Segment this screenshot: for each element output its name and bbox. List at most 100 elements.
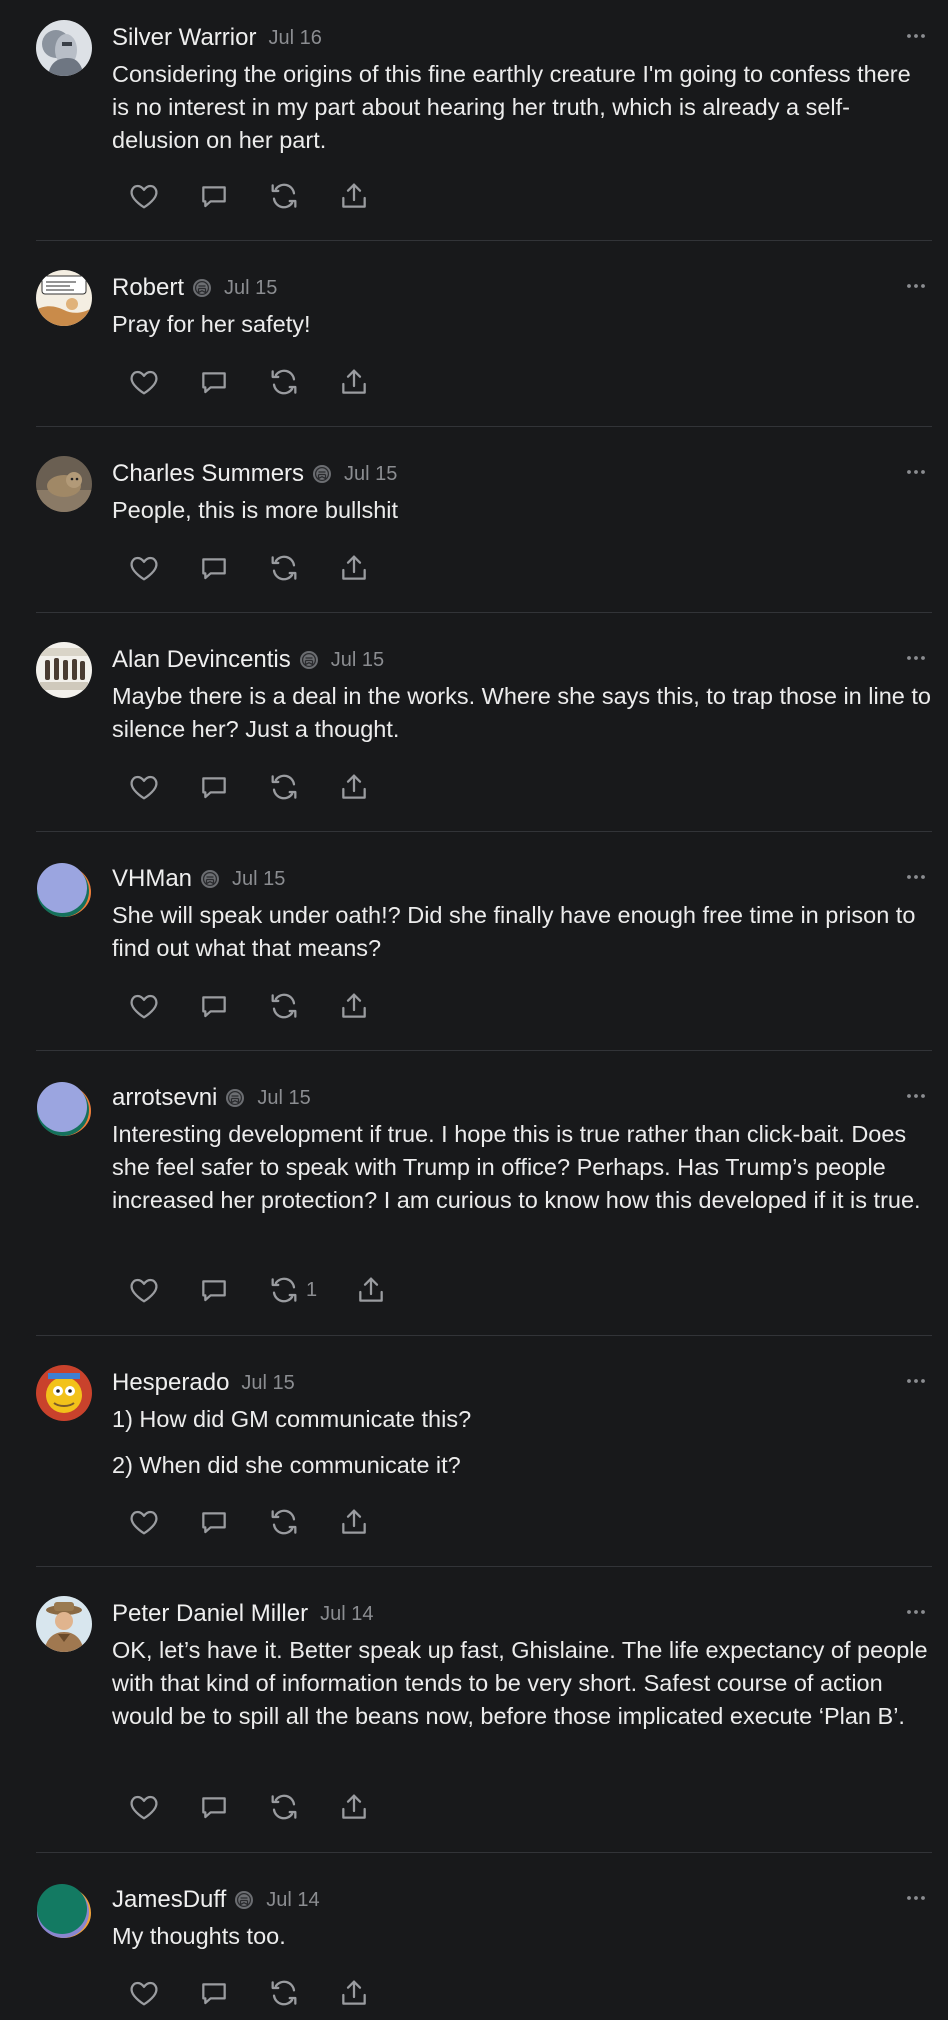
- like-button[interactable]: [128, 1975, 160, 2011]
- comment-bubble-icon: [198, 1977, 230, 2009]
- more-dots-icon[interactable]: [904, 1371, 928, 1391]
- comment-paragraph: Pray for her safety!: [112, 311, 311, 337]
- comment-header: Robert Jul 15: [112, 270, 277, 306]
- avatar[interactable]: [36, 1080, 92, 1136]
- comment-date[interactable]: Jul 16: [268, 27, 321, 50]
- author-name[interactable]: Hesperado: [112, 1369, 229, 1397]
- author-name[interactable]: Alan Devincentis: [112, 646, 291, 674]
- comment-date[interactable]: Jul 15: [257, 1087, 310, 1110]
- comment-date[interactable]: Jul 14: [266, 1889, 319, 1912]
- like-button[interactable]: [128, 364, 160, 400]
- comment-item: JamesDuff Jul 14 My thoughts too.: [36, 1882, 932, 2011]
- comment-paragraph: My thoughts too.: [112, 1923, 286, 1949]
- subscriber-badge-icon: [312, 464, 332, 484]
- comment-item: Hesperado Jul 15 1) How did GM communicate…: [36, 1365, 932, 1540]
- restack-button[interactable]: [268, 550, 300, 586]
- reply-button[interactable]: [198, 1272, 230, 1308]
- avatar[interactable]: [36, 456, 92, 512]
- share-button[interactable]: [338, 988, 370, 1024]
- comment-bubble-icon: [198, 1506, 230, 1538]
- reply-button[interactable]: [198, 178, 230, 214]
- avatar[interactable]: [36, 1365, 92, 1421]
- restack-button[interactable]: 1: [268, 1272, 317, 1308]
- more-dots-icon[interactable]: [904, 1888, 928, 1908]
- comment-date[interactable]: Jul 15: [241, 1372, 294, 1395]
- restack-icon: [268, 1274, 300, 1306]
- share-icon: [338, 771, 370, 803]
- like-button[interactable]: [128, 178, 160, 214]
- more-dots-icon[interactable]: [904, 26, 928, 46]
- author-name[interactable]: arrotsevni: [112, 1084, 217, 1112]
- share-button[interactable]: [338, 1975, 370, 2011]
- comment-date[interactable]: Jul 15: [224, 277, 277, 300]
- restack-icon: [268, 180, 300, 212]
- comment-date[interactable]: Jul 15: [232, 868, 285, 891]
- share-icon: [355, 1274, 387, 1306]
- share-icon: [338, 1791, 370, 1823]
- comment-divider: [36, 426, 932, 427]
- reply-button[interactable]: [198, 364, 230, 400]
- restack-icon: [268, 552, 300, 584]
- more-dots-icon[interactable]: [904, 1602, 928, 1622]
- comment-paragraph: OK, let’s have it. Better speak up fast,…: [112, 1637, 928, 1729]
- share-button[interactable]: [338, 769, 370, 805]
- more-dots-icon[interactable]: [904, 867, 928, 887]
- more-dots-icon[interactable]: [904, 462, 928, 482]
- restack-icon: [268, 1506, 300, 1538]
- comment-header: arrotsevni Jul 15: [112, 1080, 311, 1116]
- restack-button[interactable]: [268, 1975, 300, 2011]
- like-button[interactable]: [128, 1789, 160, 1825]
- restack-button[interactable]: [268, 988, 300, 1024]
- restack-button[interactable]: [268, 1504, 300, 1540]
- reply-button[interactable]: [198, 550, 230, 586]
- comment-paragraph: People, this is more bullshit: [112, 497, 399, 523]
- comment-date[interactable]: Jul 15: [344, 463, 397, 486]
- avatar[interactable]: [36, 1882, 92, 1938]
- author-name[interactable]: Robert: [112, 274, 184, 302]
- share-button[interactable]: [355, 1272, 387, 1308]
- comment-body: Considering the origins of this fine ear…: [112, 58, 932, 157]
- reply-button[interactable]: [198, 988, 230, 1024]
- author-name[interactable]: JamesDuff: [112, 1886, 226, 1914]
- reply-button[interactable]: [198, 1789, 230, 1825]
- comment-paragraph: 1) How did GM communicate this?: [112, 1406, 472, 1432]
- like-button[interactable]: [128, 1272, 160, 1308]
- author-name[interactable]: Silver Warrior: [112, 24, 256, 52]
- share-button[interactable]: [338, 550, 370, 586]
- avatar[interactable]: [36, 861, 92, 917]
- share-button[interactable]: [338, 178, 370, 214]
- comment-bubble-icon: [198, 552, 230, 584]
- like-button[interactable]: [128, 550, 160, 586]
- comment-date[interactable]: Jul 15: [331, 649, 384, 672]
- heart-icon: [128, 771, 160, 803]
- reply-button[interactable]: [198, 769, 230, 805]
- reply-button[interactable]: [198, 1975, 230, 2011]
- share-button[interactable]: [338, 1504, 370, 1540]
- avatar[interactable]: [36, 1596, 92, 1652]
- avatar[interactable]: [36, 20, 92, 76]
- restack-button[interactable]: [268, 769, 300, 805]
- more-dots-icon[interactable]: [904, 1086, 928, 1106]
- author-name[interactable]: Peter Daniel Miller: [112, 1600, 308, 1628]
- author-name[interactable]: VHMan: [112, 865, 192, 893]
- like-button[interactable]: [128, 988, 160, 1024]
- author-name[interactable]: Charles Summers: [112, 460, 304, 488]
- restack-button[interactable]: [268, 364, 300, 400]
- comment-divider: [36, 1852, 932, 1853]
- more-dots-icon[interactable]: [904, 648, 928, 668]
- like-button[interactable]: [128, 769, 160, 805]
- restack-icon: [268, 1791, 300, 1823]
- restack-button[interactable]: [268, 178, 300, 214]
- comment-body: Pray for her safety!: [112, 308, 932, 341]
- reply-button[interactable]: [198, 1504, 230, 1540]
- avatar[interactable]: [36, 270, 92, 326]
- like-button[interactable]: [128, 1504, 160, 1540]
- share-button[interactable]: [338, 364, 370, 400]
- avatar[interactable]: [36, 642, 92, 698]
- comment-date[interactable]: Jul 14: [320, 1603, 373, 1626]
- more-dots-icon[interactable]: [904, 276, 928, 296]
- share-button[interactable]: [338, 1789, 370, 1825]
- restack-button[interactable]: [268, 1789, 300, 1825]
- comment-bubble-icon: [198, 1274, 230, 1306]
- restack-count: 1: [306, 1278, 318, 1301]
